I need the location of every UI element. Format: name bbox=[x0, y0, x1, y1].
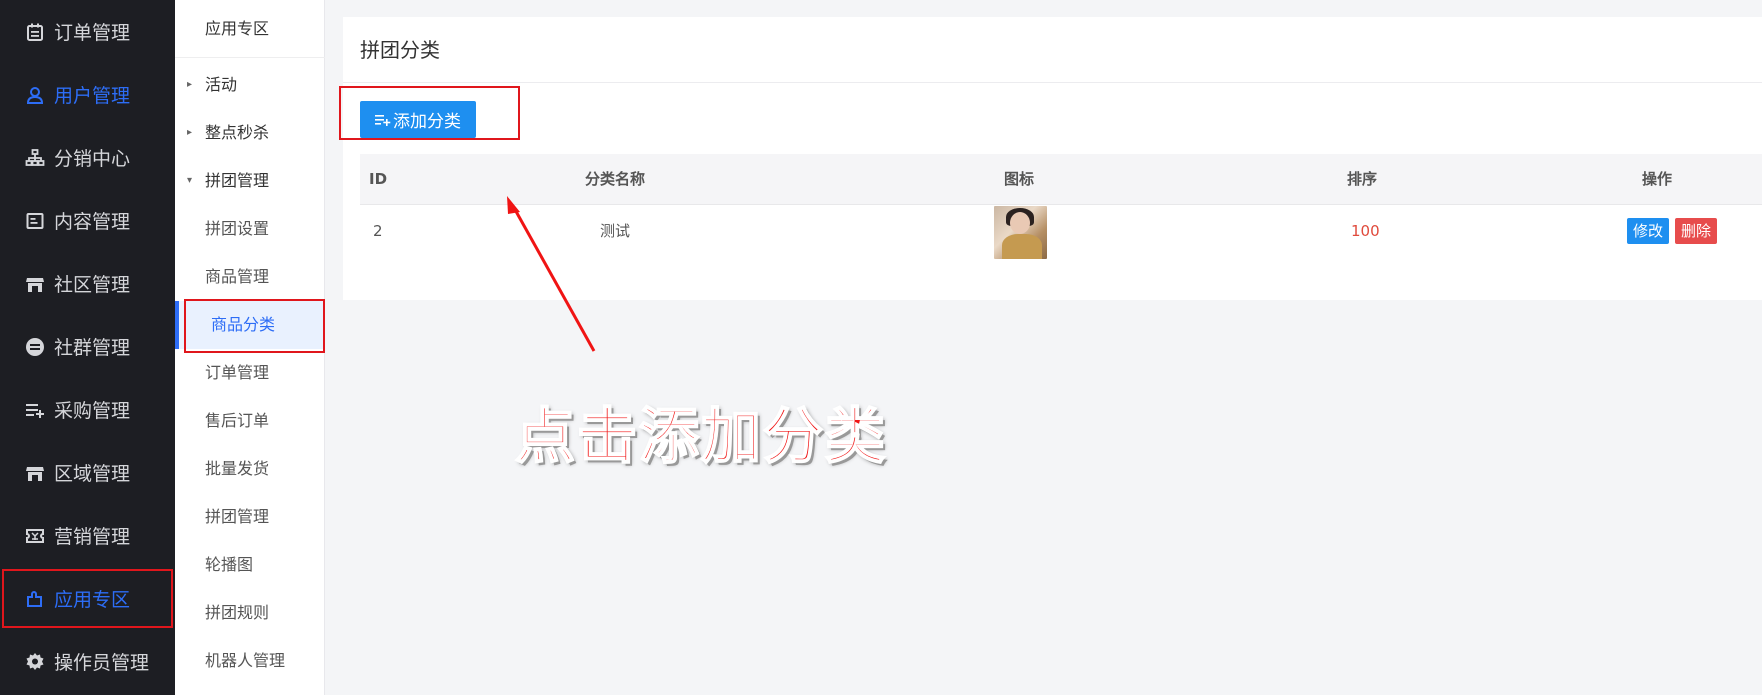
subnav-item-product-management[interactable]: 商品管理 bbox=[175, 253, 325, 301]
highlight-box-add bbox=[339, 86, 520, 140]
subnav-item-groupbuy-settings[interactable]: 拼团设置 bbox=[175, 205, 325, 253]
org-chart-icon bbox=[24, 147, 46, 169]
subnav-group-activity[interactable]: ▸ 活动 bbox=[175, 61, 325, 109]
delete-button[interactable]: 删除 bbox=[1675, 218, 1718, 244]
divider bbox=[343, 82, 1762, 83]
main-sidebar: 订单管理 用户管理 分销中心 内容管理 社区管理 社群管理 采购管理 区域管理 … bbox=[0, 0, 175, 695]
store-icon bbox=[24, 462, 46, 484]
content-panel: 拼团分类 添加分类 ID 分类名称 图标 排序 操作 2 测试 100 修改 删… bbox=[343, 17, 1762, 300]
subnav-item-order-management[interactable]: 订单管理 bbox=[175, 349, 325, 397]
sidebar-item-label: 订单管理 bbox=[54, 22, 131, 44]
user-icon bbox=[24, 84, 46, 106]
puzzle-icon bbox=[24, 588, 46, 610]
subnav-item-robot-management[interactable]: 机器人管理 bbox=[175, 637, 325, 685]
sidebar-item-regions[interactable]: 区域管理 bbox=[0, 441, 175, 504]
highlight-box-category bbox=[184, 299, 325, 353]
subnav-group-flash-sale[interactable]: ▸ 整点秒杀 bbox=[175, 109, 325, 157]
sidebar-item-label: 区域管理 bbox=[54, 463, 131, 485]
subnav-group-groupbuy[interactable]: ▾ 拼团管理 bbox=[175, 157, 325, 205]
sidebar-item-apps[interactable]: 应用专区 bbox=[0, 567, 175, 630]
category-thumbnail bbox=[994, 206, 1047, 259]
minus-circle-icon bbox=[24, 336, 46, 358]
table-header: ID 分类名称 图标 排序 操作 bbox=[360, 154, 1762, 205]
subnav-item-batch-shipping[interactable]: 批量发货 bbox=[175, 445, 325, 493]
sidebar-item-label: 用户管理 bbox=[54, 85, 131, 107]
sidebar-item-label: 社群管理 bbox=[54, 337, 131, 359]
sidebar-item-orders[interactable]: 订单管理 bbox=[0, 0, 175, 63]
sidebar-item-distribution[interactable]: 分销中心 bbox=[0, 126, 175, 189]
sidebar-item-purchasing[interactable]: 采购管理 bbox=[0, 378, 175, 441]
caret-down-icon: ▾ bbox=[187, 175, 193, 186]
sidebar-item-label: 营销管理 bbox=[54, 526, 131, 548]
sidebar-item-content[interactable]: 内容管理 bbox=[0, 189, 175, 252]
caret-right-icon: ▸ bbox=[187, 79, 193, 90]
store-icon bbox=[24, 273, 46, 295]
sidebar-item-marketing[interactable]: 营销管理 bbox=[0, 504, 175, 567]
sidebar-item-label: 内容管理 bbox=[54, 211, 131, 233]
table-row: 2 测试 100 修改 删除 bbox=[360, 205, 1762, 260]
document-icon bbox=[24, 210, 46, 232]
ticket-icon bbox=[24, 525, 46, 547]
sidebar-item-label: 社区管理 bbox=[54, 274, 131, 296]
cell-sort: 100 bbox=[1351, 222, 1380, 240]
subnav-item-label: 活动 bbox=[205, 75, 238, 94]
column-header-icon: 图标 bbox=[1004, 170, 1035, 188]
column-header-id: ID bbox=[369, 170, 388, 188]
sidebar-item-label: 分销中心 bbox=[54, 148, 131, 170]
sidebar-item-operators[interactable]: 操作员管理 bbox=[0, 630, 175, 693]
subnav-item-groupbuy-management[interactable]: 拼团管理 bbox=[175, 493, 325, 541]
annotation-text: 点击添加分类 bbox=[514, 401, 887, 473]
column-header-actions: 操作 bbox=[1642, 170, 1673, 188]
sidebar-item-users[interactable]: 用户管理 bbox=[0, 63, 175, 126]
subnav-item-after-sales[interactable]: 售后订单 bbox=[175, 397, 325, 445]
subnav-item-groupbuy-rules[interactable]: 拼团规则 bbox=[175, 589, 325, 637]
sidebar-item-label: 操作员管理 bbox=[54, 652, 150, 674]
page-title: 拼团分类 bbox=[360, 38, 440, 62]
column-header-name: 分类名称 bbox=[585, 170, 646, 188]
subnav-item-label: 拼团管理 bbox=[205, 171, 270, 190]
subnav-item-label: 整点秒杀 bbox=[205, 123, 270, 142]
sidebar-item-groups[interactable]: 社群管理 bbox=[0, 315, 175, 378]
subnav-title: 应用专区 bbox=[175, 0, 325, 58]
subnav-item-carousel[interactable]: 轮播图 bbox=[175, 541, 325, 589]
calendar-icon bbox=[24, 21, 46, 43]
sidebar-item-label: 应用专区 bbox=[54, 589, 131, 611]
column-header-sort: 排序 bbox=[1347, 170, 1378, 188]
cell-id: 2 bbox=[373, 222, 383, 240]
sidebar-item-label: 采购管理 bbox=[54, 400, 131, 422]
list-add-icon bbox=[24, 399, 46, 421]
cell-name: 测试 bbox=[600, 222, 631, 240]
caret-right-icon: ▸ bbox=[187, 127, 193, 138]
sidebar-item-community[interactable]: 社区管理 bbox=[0, 252, 175, 315]
edit-button[interactable]: 修改 bbox=[1627, 218, 1670, 244]
gear-icon bbox=[24, 651, 46, 673]
